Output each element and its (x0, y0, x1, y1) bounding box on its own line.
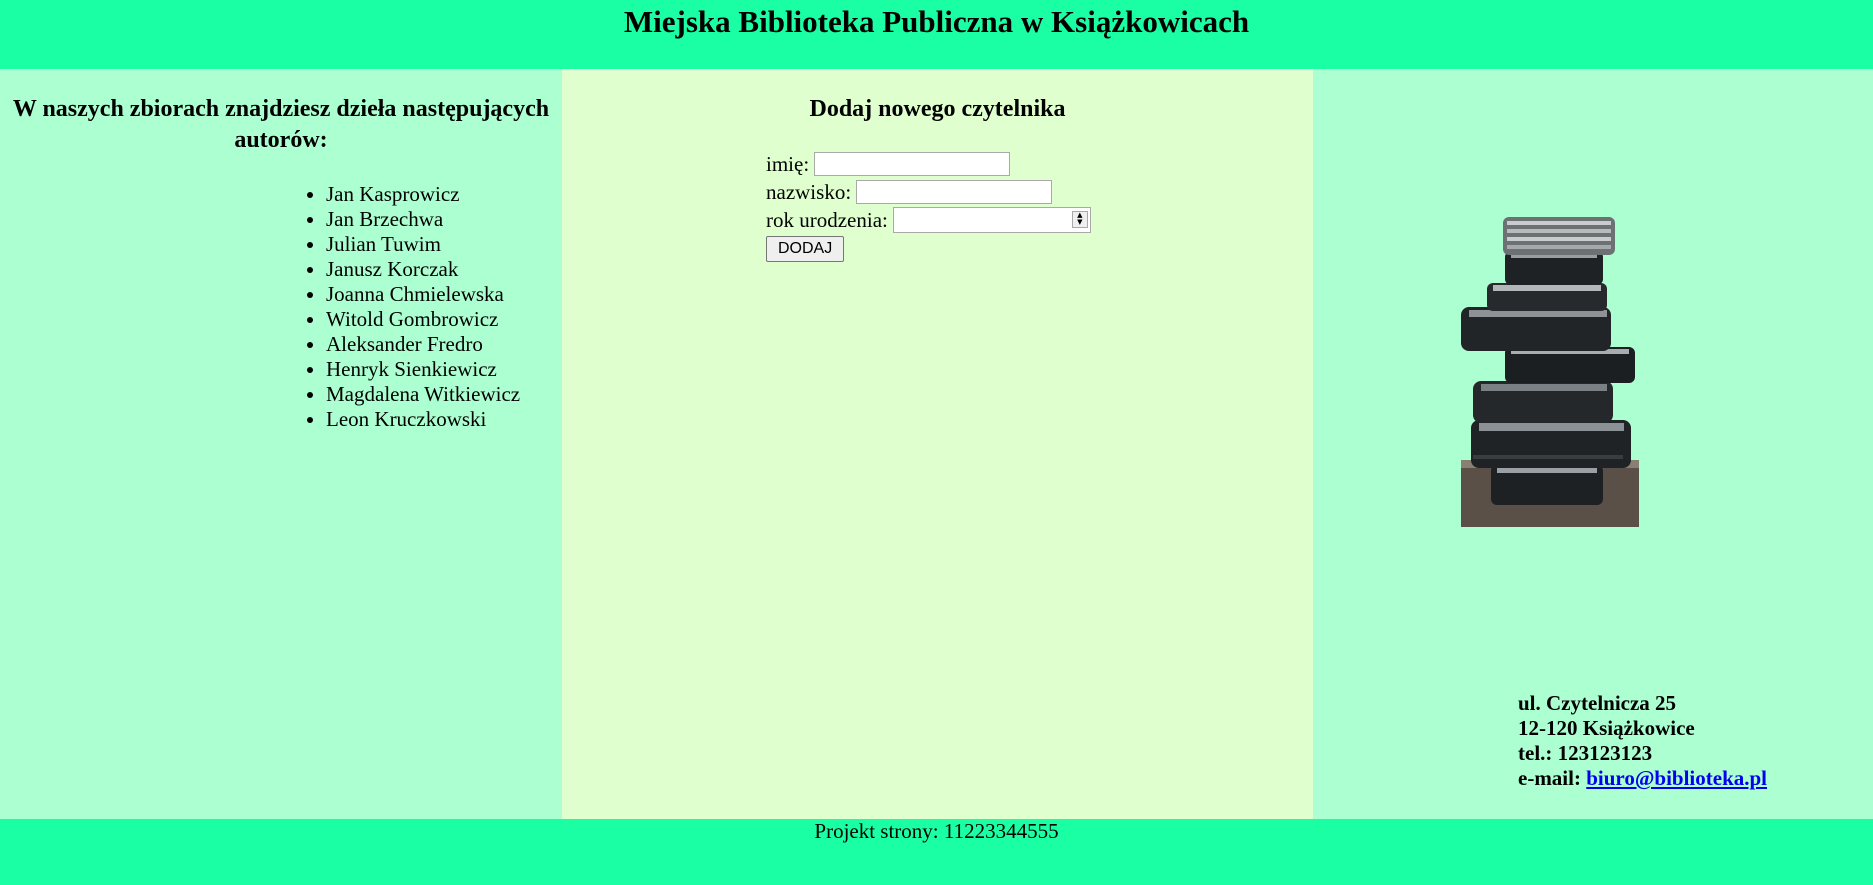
reader-form-panel: Dodaj nowego czytelnika imię: nazwisko: … (562, 69, 1313, 819)
birth-year-input[interactable]: ▲ ▼ (892, 207, 1091, 233)
add-button[interactable]: DODAJ (766, 236, 845, 262)
email-link[interactable]: biuro@biblioteka.pl (1586, 766, 1767, 790)
footer: Projekt strony: 11223344555 (0, 819, 1873, 885)
list-item: Joanna Chmielewska (326, 282, 520, 307)
list-item: Jan Brzechwa (326, 207, 520, 232)
form-heading: Dodaj nowego czytelnika (809, 96, 1066, 122)
email-label: e-mail: (1518, 766, 1587, 790)
footer-text: Projekt strony: 11223344555 (814, 819, 1059, 843)
list-item: Witold Gombrowicz (326, 307, 520, 332)
address-phone: tel.: 123123123 (1518, 741, 1653, 765)
first-name-row: imię: (766, 150, 1091, 178)
authors-panel: W naszych zbiorach znajdziesz dzieła nas… (0, 69, 562, 819)
first-name-label: imię: (766, 151, 810, 176)
spinner-arrows-icon[interactable]: ▲ ▼ (1071, 211, 1088, 228)
page-title: Miejska Biblioteka Publiczna w Książkowi… (623, 4, 1250, 39)
contact-address: ul. Czytelnicza 25 12-120 Książkowice te… (1518, 691, 1767, 791)
birth-year-row: rok urodzenia: ▲ ▼ (766, 206, 1091, 234)
authors-list: Jan Kasprowicz Jan Brzechwa Julian Tuwim… (306, 182, 520, 432)
address-email-row: e-mail: biuro@biblioteka.pl (1518, 766, 1767, 791)
address-city: 12-120 Książkowice (1518, 716, 1695, 740)
books-stack-image (1461, 217, 1639, 527)
submit-row: DODAJ (766, 234, 1091, 262)
birth-year-label: rok urodzenia: (766, 207, 888, 232)
authors-heading: W naszych zbiorach znajdziesz dzieła nas… (12, 96, 550, 153)
last-name-row: nazwisko: (766, 178, 1091, 206)
info-panel: ul. Czytelnicza 25 12-120 Książkowice te… (1313, 69, 1873, 819)
last-name-input[interactable] (856, 180, 1053, 204)
first-name-input[interactable] (814, 152, 1011, 176)
page: Miejska Biblioteka Publiczna w Książkowi… (0, 0, 1873, 885)
last-name-label: nazwisko: (766, 179, 852, 204)
header: Miejska Biblioteka Publiczna w Książkowi… (0, 0, 1873, 69)
list-item: Aleksander Fredro (326, 332, 520, 357)
address-street: ul. Czytelnicza 25 (1518, 691, 1677, 715)
list-item: Julian Tuwim (326, 232, 520, 257)
list-item: Leon Kruczkowski (326, 407, 520, 432)
list-item: Jan Kasprowicz (326, 182, 520, 207)
list-item: Janusz Korczak (326, 257, 520, 282)
list-item: Magdalena Witkiewicz (326, 382, 520, 407)
add-reader-form: imię: nazwisko: rok urodzenia: ▲ ▼ DODAJ (766, 150, 1091, 262)
list-item: Henryk Sienkiewicz (326, 357, 520, 382)
